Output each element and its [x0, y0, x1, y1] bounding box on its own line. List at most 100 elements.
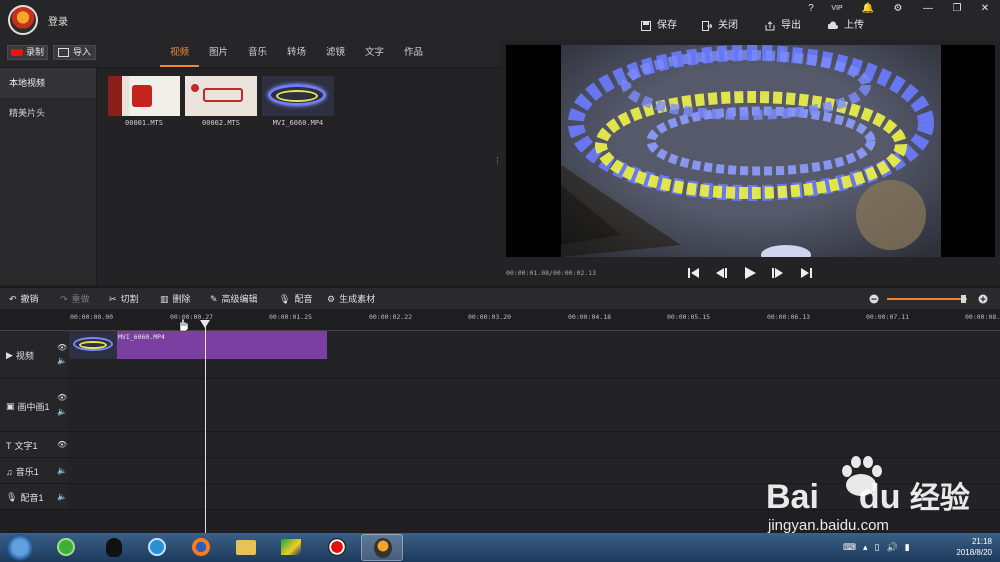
bell-icon[interactable]: 🔔	[857, 2, 879, 16]
taskbar-app-explorer[interactable]	[225, 534, 267, 561]
timeline-toolbar: ↶ 撤销 ↷ 重做 ✂ 切割 ▥ 删除 ✎ 高级编辑 🎙 配音 ⚙ 生成素材	[0, 287, 1000, 309]
hand-cursor-icon	[179, 318, 189, 332]
pip-icon: ▣	[6, 401, 15, 411]
eye-icon[interactable]: 👁	[57, 440, 67, 449]
keyboard-icon[interactable]: ⌨	[843, 542, 856, 553]
skip-start-icon[interactable]	[686, 265, 702, 281]
music-note-icon: ♫	[6, 466, 13, 477]
save-button[interactable]: 保存	[641, 19, 677, 33]
upload-label: 上传	[844, 20, 864, 31]
close-project-button[interactable]: 关闭	[702, 19, 738, 33]
minimize-icon[interactable]: —	[917, 2, 939, 16]
film-reel-icon: ⚙	[327, 294, 336, 304]
cut-label: 切割	[120, 294, 139, 304]
clock[interactable]: 21:18 2018/8/20	[956, 536, 992, 558]
speaker-icon[interactable]: 🔈	[57, 407, 67, 416]
eye-icon[interactable]: 👁	[57, 343, 67, 352]
speaker-icon[interactable]: 🔈	[57, 492, 67, 501]
clock-time: 21:18	[971, 537, 992, 546]
track-header-music: ♫ 音乐1 🔈	[0, 458, 68, 484]
media-library: 00001.MTS 00002.MTS MVI_6060.MP4	[97, 68, 500, 285]
track-pip[interactable]	[68, 379, 1000, 432]
speaker-icon[interactable]: 🔈	[57, 466, 67, 475]
delete-label: 删除	[172, 294, 191, 304]
track-label: ♫ 音乐1	[6, 466, 39, 478]
battery-icon[interactable]: ▯	[875, 542, 880, 553]
play-icon[interactable]	[742, 265, 758, 281]
restore-icon[interactable]: ❐	[946, 2, 968, 16]
zoom-out-icon[interactable]	[869, 294, 879, 304]
taskbar-app-video-editor[interactable]	[361, 534, 403, 561]
media-item[interactable]: 00001.MTS	[108, 76, 180, 127]
tab-music[interactable]: 音乐	[238, 40, 277, 67]
cut-button[interactable]: ✂ 切割	[109, 293, 139, 305]
tab-transition[interactable]: 转场	[277, 40, 316, 67]
record-button[interactable]: 录制	[7, 45, 48, 60]
media-thumbnail	[185, 76, 257, 116]
media-thumbnail	[262, 76, 334, 116]
redo-icon: ↷	[60, 294, 68, 304]
close-icon[interactable]: ✕	[974, 2, 996, 16]
sidebar-item-local-video[interactable]: 本地视频	[0, 68, 96, 98]
zoom-handle[interactable]	[961, 295, 966, 303]
generate-material-button[interactable]: ⚙ 生成素材	[327, 293, 375, 305]
advanced-edit-button[interactable]: ✎ 高级编辑	[210, 293, 258, 305]
sidebar-item-intro[interactable]: 精美片头	[0, 98, 96, 128]
zoom-in-icon[interactable]	[978, 294, 988, 304]
clip-name: MVI_6060.MP4	[118, 333, 165, 341]
upload-button[interactable]: 上传	[828, 19, 864, 33]
playhead[interactable]	[205, 320, 206, 534]
clip-thumbnail	[69, 331, 117, 359]
voiceover-label: 配音	[294, 294, 313, 304]
media-thumbnail	[108, 76, 180, 116]
panel-splitter[interactable]	[497, 157, 499, 165]
login-link[interactable]: 登录	[48, 13, 68, 28]
previous-frame-icon[interactable]	[713, 265, 729, 281]
playhead-handle[interactable]	[200, 320, 210, 328]
taskbar-app-media[interactable]	[270, 534, 312, 561]
media-name: 00002.MTS	[202, 119, 240, 127]
library-sidebar: 本地视频 精美片头	[0, 68, 97, 285]
help-icon[interactable]: ?	[800, 2, 822, 16]
eye-icon[interactable]: 👁	[57, 393, 67, 402]
next-frame-icon[interactable]	[770, 265, 786, 281]
zoom-track[interactable]	[887, 298, 967, 300]
export-button[interactable]: 导出	[765, 19, 801, 33]
start-button[interactable]	[3, 534, 37, 561]
ruler-tick: 00:00:02.22	[369, 313, 413, 321]
volume-icon[interactable]: 🔊	[886, 542, 897, 553]
media-item[interactable]: 00002.MTS	[185, 76, 257, 127]
skip-end-icon[interactable]	[798, 265, 814, 281]
voiceover-button[interactable]: 🎙 配音	[279, 293, 312, 305]
ruler-tick: 00:00:01.25	[269, 313, 313, 321]
vip-icon[interactable]: VIP	[826, 2, 848, 16]
tab-image[interactable]: 图片	[199, 40, 238, 67]
library-tabs: 视频 图片 音乐 转场 滤镜 文字 作品	[160, 40, 433, 67]
arrow-up-icon[interactable]: ▴	[863, 542, 868, 553]
taskbar-app-player[interactable]	[136, 534, 178, 561]
taskbar-app-qq[interactable]	[93, 534, 135, 561]
speaker-icon[interactable]: 🔈	[57, 356, 67, 365]
import-button[interactable]: 导入	[53, 45, 96, 60]
taskbar-app-browser[interactable]	[45, 534, 87, 561]
gear-icon[interactable]: ⚙	[887, 2, 909, 16]
delete-button[interactable]: ▥ 删除	[160, 293, 191, 305]
video-clip[interactable]: MVI_6060.MP4	[69, 331, 327, 359]
import-label: 导入	[73, 47, 92, 57]
tab-video[interactable]: 视频	[160, 40, 199, 67]
taskbar-app-firefox[interactable]	[180, 534, 222, 561]
app-logo[interactable]	[8, 5, 38, 35]
media-name: MVI_6060.MP4	[272, 119, 324, 127]
tab-text[interactable]: 文字	[355, 40, 394, 67]
network-icon[interactable]: ▮	[905, 542, 910, 553]
media-item[interactable]: MVI_6060.MP4	[262, 76, 334, 127]
tab-filter[interactable]: 滤镜	[316, 40, 355, 67]
record-label: 录制	[26, 47, 45, 57]
lamp-image	[561, 45, 941, 257]
zoom-slider[interactable]	[869, 294, 993, 304]
tab-works[interactable]: 作品	[394, 40, 433, 67]
redo-button[interactable]: ↷ 重做	[60, 293, 90, 305]
ruler-corner	[0, 310, 68, 331]
undo-button[interactable]: ↶ 撤销	[9, 293, 39, 305]
taskbar-app-recorder[interactable]	[316, 534, 358, 561]
